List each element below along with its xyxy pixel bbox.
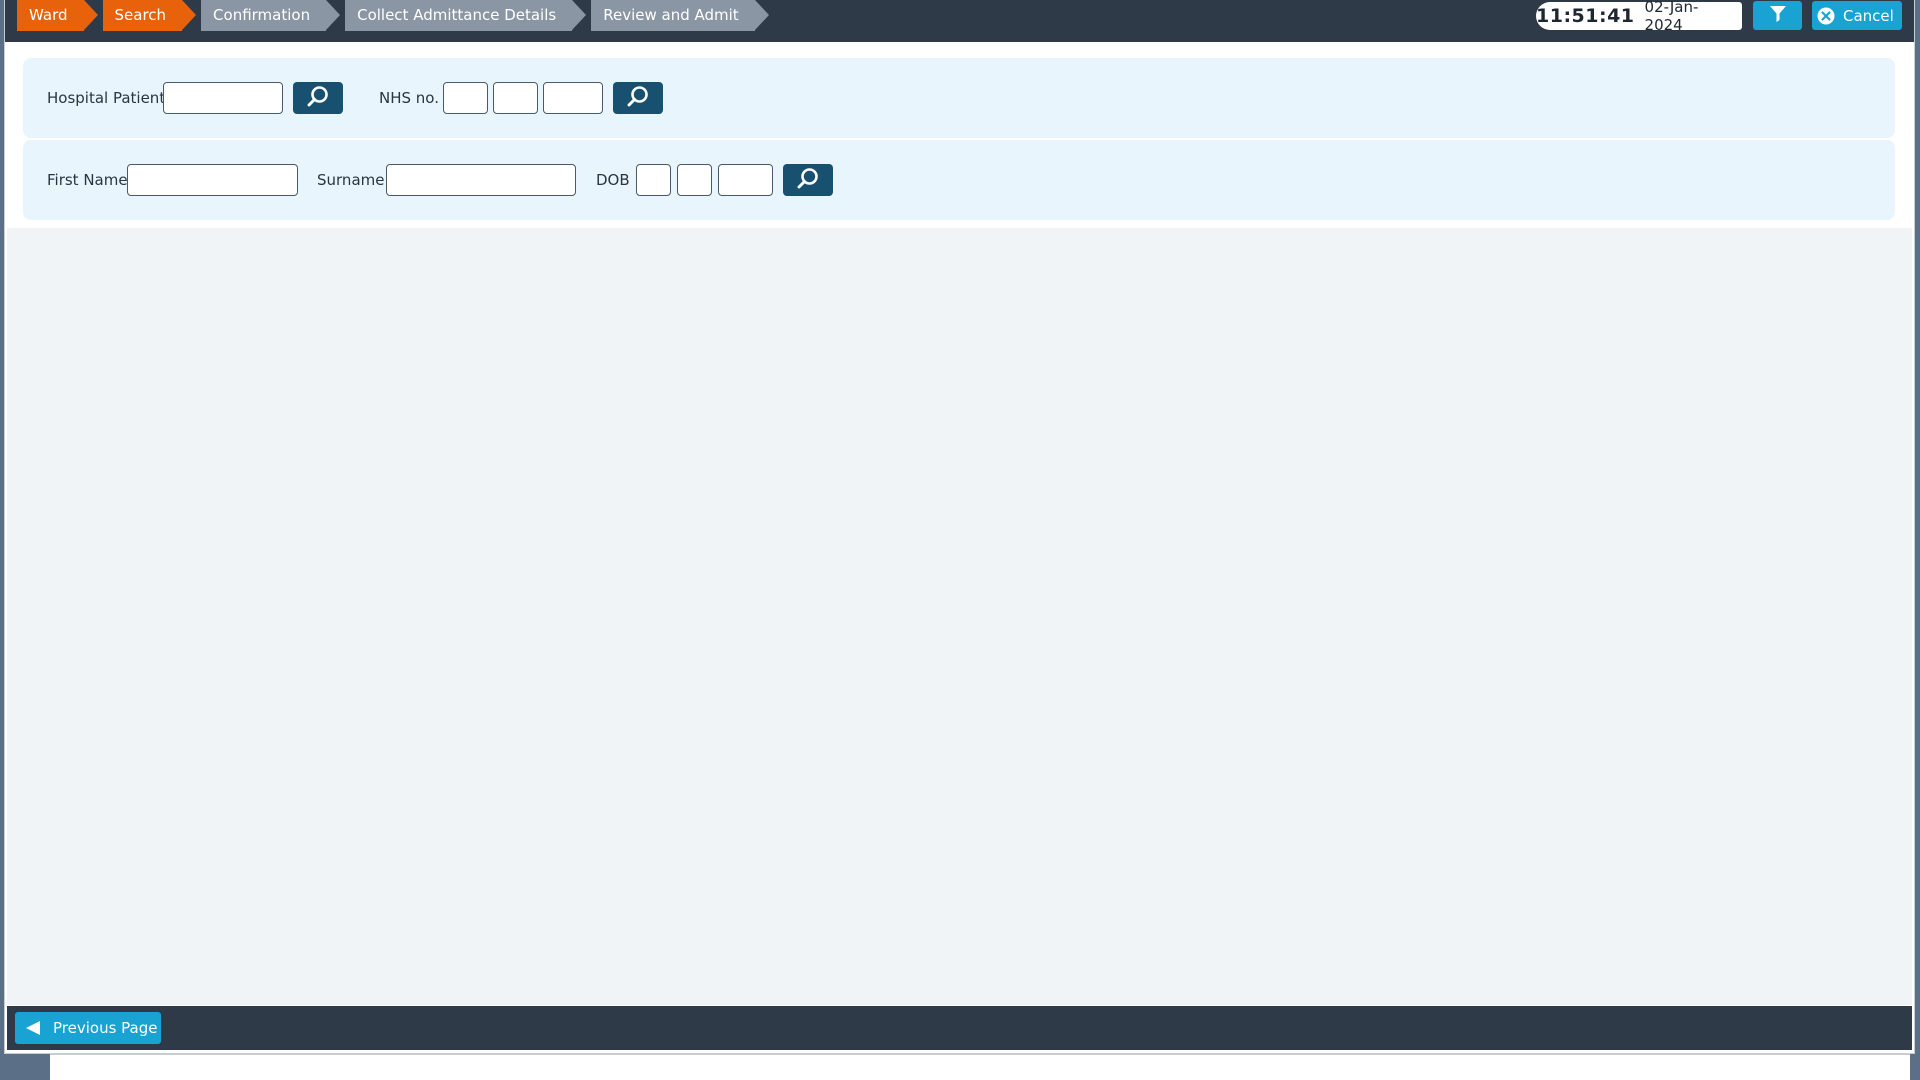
first-name-label: First Name xyxy=(47,171,128,189)
breadcrumb-step-review-and-admit[interactable]: Review and Admit xyxy=(591,0,770,31)
dob-month-input[interactable] xyxy=(677,164,712,196)
cancel-button[interactable]: Cancel xyxy=(1812,1,1902,30)
patient-search-card: Hospital Patient ID NHS no. First Name S… xyxy=(7,42,1912,228)
top-bar: Ward Search Confirmation Collect Admitta… xyxy=(5,0,1914,42)
clock-time: 11:51:41 xyxy=(1536,5,1635,27)
filter-button[interactable] xyxy=(1753,1,1802,30)
clock-display: 11:51:41 02-Jan-2024 xyxy=(1536,0,1742,34)
left-arrow-icon xyxy=(25,1020,41,1036)
dob-year-input[interactable] xyxy=(718,164,773,196)
previous-page-label: Previous Page xyxy=(53,1019,158,1037)
hospital-patient-id-input[interactable] xyxy=(163,82,283,114)
name-search-panel: First Name Surname DOB xyxy=(23,140,1895,220)
clock-date: 02-Jan-2024 xyxy=(1644,0,1699,34)
breadcrumb-step-confirmation[interactable]: Confirmation xyxy=(201,0,341,31)
breadcrumb-step-collect-admittance-details[interactable]: Collect Admittance Details xyxy=(345,0,587,31)
dob-label: DOB xyxy=(596,171,630,189)
name-dob-search-button[interactable] xyxy=(783,164,833,196)
background-window-strip xyxy=(50,1054,1910,1080)
filter-icon xyxy=(1769,5,1787,27)
id-search-panel: Hospital Patient ID NHS no. xyxy=(23,58,1895,138)
main-content: Hospital Patient ID NHS no. First Name S… xyxy=(7,42,1912,1005)
search-icon xyxy=(797,167,819,193)
app-window: Ward Search Confirmation Collect Admitta… xyxy=(5,0,1914,1053)
nhs-number-part2-input[interactable] xyxy=(493,82,538,114)
nhs-number-part1-input[interactable] xyxy=(443,82,488,114)
nhs-number-label: NHS no. xyxy=(379,89,439,107)
cancel-label: Cancel xyxy=(1843,6,1894,25)
hospital-id-search-button[interactable] xyxy=(293,82,343,114)
surname-input[interactable] xyxy=(386,164,576,196)
close-circle-icon xyxy=(1817,7,1835,25)
bottom-bar: Previous Page xyxy=(7,1006,1912,1050)
previous-page-button[interactable]: Previous Page xyxy=(15,1012,161,1044)
surname-label: Surname xyxy=(317,171,385,189)
nhs-search-button[interactable] xyxy=(613,82,663,114)
first-name-input[interactable] xyxy=(127,164,298,196)
search-icon xyxy=(307,85,329,111)
breadcrumb: Ward Search Confirmation Collect Admitta… xyxy=(17,0,774,31)
breadcrumb-step-ward[interactable]: Ward xyxy=(17,0,97,31)
nhs-number-part3-input[interactable] xyxy=(543,82,603,114)
search-icon xyxy=(627,85,649,111)
breadcrumb-step-search[interactable]: Search xyxy=(102,0,196,31)
dob-day-input[interactable] xyxy=(636,164,671,196)
